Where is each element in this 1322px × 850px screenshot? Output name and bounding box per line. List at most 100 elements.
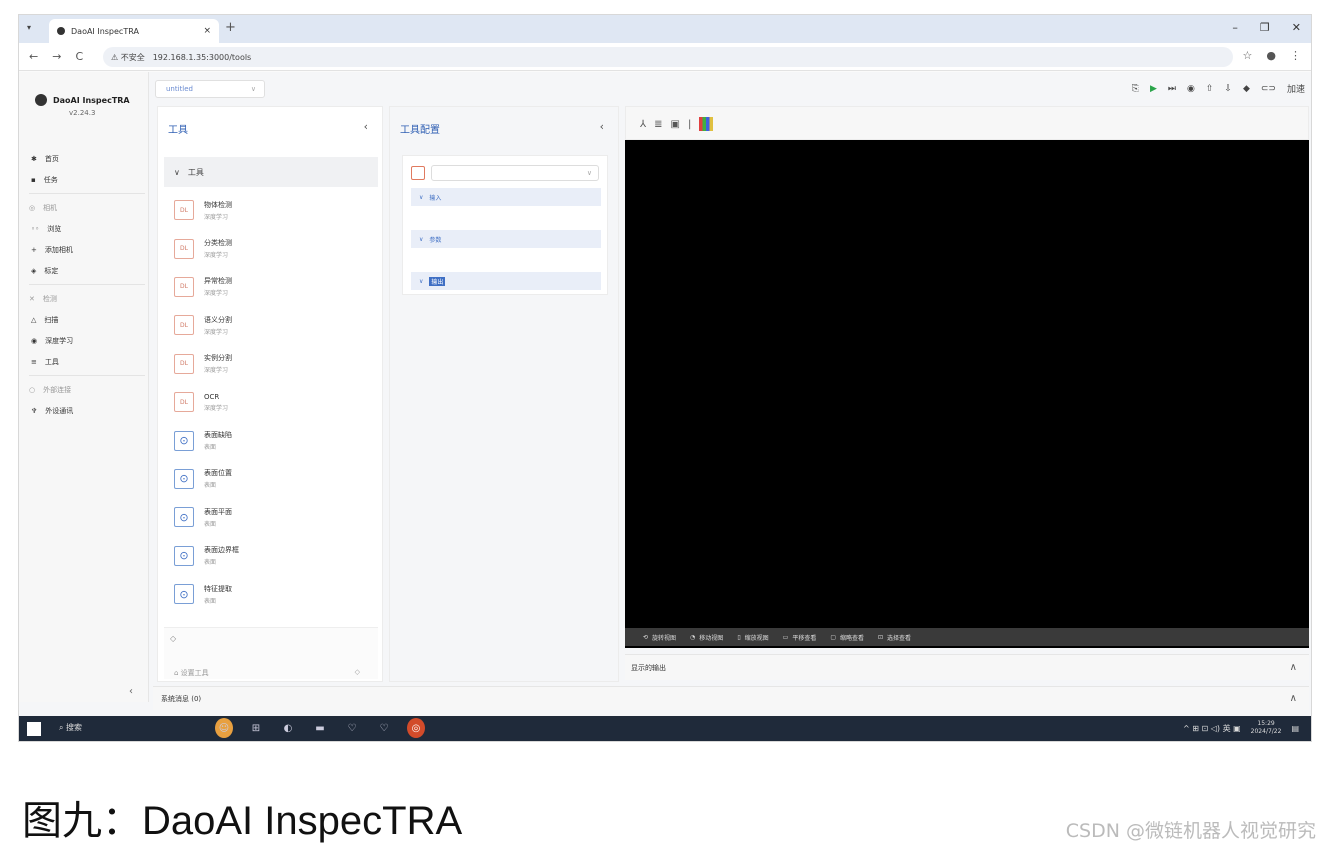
section-output[interactable]: ∨ 输出 [411,272,601,290]
security-indicator[interactable]: ⚠ 不安全 [111,52,145,63]
section-params[interactable]: ∨ 参数 [411,230,601,248]
footer-sort-icon-2[interactable]: ◇ [355,668,360,676]
image-canvas[interactable] [625,140,1309,648]
system-messages-label: 系统消息 (0) [161,694,202,703]
system-messages-bar[interactable]: 系统消息 (0) ∧ [153,686,1309,710]
tools-group-header[interactable]: ∨ 工具 [164,157,378,187]
color-map-icon[interactable] [699,117,714,131]
chevron-up-icon[interactable]: ∧ [1290,693,1297,704]
reload-button[interactable]: C [75,50,83,63]
browser-menu-icon[interactable]: ⋮ [1290,49,1301,62]
sidebar-item[interactable]: ◈ 标定 [29,260,145,281]
output-label: 显示的输出 [631,663,666,672]
clock[interactable]: 15:29 2024/7/22 [1251,720,1282,736]
chevron-up-icon[interactable]: ∧ [1290,662,1297,673]
download-icon[interactable]: ⇩ [1224,84,1232,94]
tool-text: 分类检测 深度学习 [204,238,232,259]
toolbar-actions: ⎘ ▶ ⏭ ◉ ⇧ ⇩ ◆ ⊂⊃ 加速 [1132,82,1305,96]
config-select[interactable]: ∨ [431,165,599,181]
forward-button[interactable]: → [52,50,61,63]
tool-item[interactable]: ⊙ 特征提取 表面 [164,575,378,613]
hint-icon: ▭ [782,633,789,641]
config-panel-collapse-button[interactable]: ‹ [600,120,604,133]
tool-name: 表面位置 [204,469,232,478]
tool-item[interactable]: DL 语义分割 深度学习 [164,306,378,344]
sidebar-item[interactable]: ♆ 外设通讯 [29,400,145,421]
back-button[interactable]: ← [29,50,38,63]
toggle-switch[interactable]: ⊂⊃ [1261,84,1276,94]
start-button[interactable] [27,722,41,736]
taskbar-search[interactable]: ⌕ 搜索 [59,722,82,733]
upload-icon[interactable]: ⇧ [1206,84,1214,94]
profile-icon[interactable]: ● [1266,49,1276,62]
text-tool-icon[interactable]: ⅄ [640,119,646,130]
tabs-menu-button[interactable]: ▾ [27,23,31,32]
deep-learning-icon: DL [174,353,194,374]
output-bar[interactable]: 显示的输出 ∧ [625,654,1309,680]
new-tab-button[interactable]: + [225,20,236,35]
url-field[interactable]: ⚠ 不安全 192.168.1.35:3000/tools [103,47,1233,67]
sidebar-item[interactable]: ✱ 首页 [29,148,145,169]
enable-checkbox[interactable] [411,166,425,180]
sidebar-item[interactable]: ▪ 任务 [29,169,145,190]
list-tool-icon[interactable]: ≣ [654,119,662,130]
project-select[interactable]: untitled ∨ [155,80,265,98]
tools-panel-title: 工具 [168,125,188,136]
footer-sort-icon[interactable]: ◇ [170,634,176,643]
sidebar-item[interactable]: ◦◦ 浏览 [29,218,145,239]
tool-category: 深度学习 [204,404,229,412]
system-tray: ^ ⊞ ⊡ ◁) 英 ▣ 15:29 2024/7/22 ▤ [1183,720,1299,736]
chevron-down-icon: ∨ [419,277,424,285]
chevron-down-icon: ∨ [250,85,256,93]
config-panel-title: 工具配置 [400,125,440,136]
image-tool-icon[interactable]: ▣ [671,119,680,130]
tool-item[interactable]: DL 异常检测 深度学习 [164,268,378,306]
favicon-icon [57,27,65,35]
tool-item[interactable]: ⊙ 表面缺陷 表面 [164,421,378,459]
tool-item[interactable]: DL OCR 深度学习 [164,383,378,421]
tool-item[interactable]: DL 实例分割 深度学习 [164,345,378,383]
tab-close-button[interactable]: × [203,26,211,36]
sidebar-item[interactable]: + 添加相机 [29,239,145,260]
minimize-button[interactable]: – [1232,21,1238,34]
step-icon[interactable]: ⏭ [1168,84,1176,94]
notification-icon[interactable]: ▤ [1291,724,1299,733]
chrome-icon[interactable]: ◎ [407,718,425,738]
surface-tool-icon: ⊙ [174,545,194,566]
restore-button[interactable]: ❐ [1260,21,1270,34]
close-window-button[interactable]: ✕ [1292,21,1301,34]
app-icon[interactable]: ♡ [375,718,393,738]
tools-panel-collapse-button[interactable]: ‹ [364,120,368,133]
tool-item[interactable]: ⊙ 表面边界框 表面 [164,537,378,575]
sidebar-collapse-button[interactable]: ‹ [129,686,133,697]
tool-name: 分类检测 [204,239,232,248]
edge-icon[interactable]: ◐ [279,718,297,738]
tool-name: 特征提取 [204,584,232,593]
hint-label: 移动视图 [699,634,724,642]
eraser-icon[interactable]: ◆ [1243,84,1250,94]
bookmark-star-icon[interactable]: ☆ [1243,49,1253,62]
footer-settings-label[interactable]: ⌂ 设置工具 [174,668,209,678]
sidebar-item-icon: ◉ [31,336,38,345]
tool-item[interactable]: DL 分类检测 深度学习 [164,229,378,267]
app-icon[interactable]: ♡ [343,718,361,738]
section-input[interactable]: ∨ 输入 [411,188,601,206]
tool-category: 深度学习 [204,252,229,260]
run-icon[interactable]: ▶ [1150,84,1157,94]
section-input-label: 输入 [429,194,442,202]
tool-item[interactable]: ⊙ 表面平面 表面 [164,498,378,536]
user-app-icon[interactable]: ☺ [215,718,233,738]
record-icon[interactable]: ◉ [1187,84,1195,94]
sidebar-item[interactable]: ≡ 工具 [29,351,145,372]
tool-item[interactable]: ⊙ 表面位置 表面 [164,460,378,498]
browser-tab[interactable]: DaoAI InspecTRA × [49,19,219,43]
task-view-icon[interactable]: ⊞ [247,718,265,738]
hint-label: 缩略查看 [840,634,865,642]
export-icon[interactable]: ⎘ [1132,84,1139,94]
tab-bar: ▾ DaoAI InspecTRA × + – ❐ ✕ [19,15,1311,43]
file-explorer-icon[interactable]: ▬ [311,718,329,738]
sidebar-item[interactable]: ◉ 深度学习 [29,330,145,351]
tool-item[interactable]: DL 物体检测 深度学习 [164,191,378,229]
sidebar-item[interactable]: △ 扫描 [29,309,145,330]
tray-icons[interactable]: ^ ⊞ ⊡ ◁) 英 ▣ [1183,723,1241,734]
